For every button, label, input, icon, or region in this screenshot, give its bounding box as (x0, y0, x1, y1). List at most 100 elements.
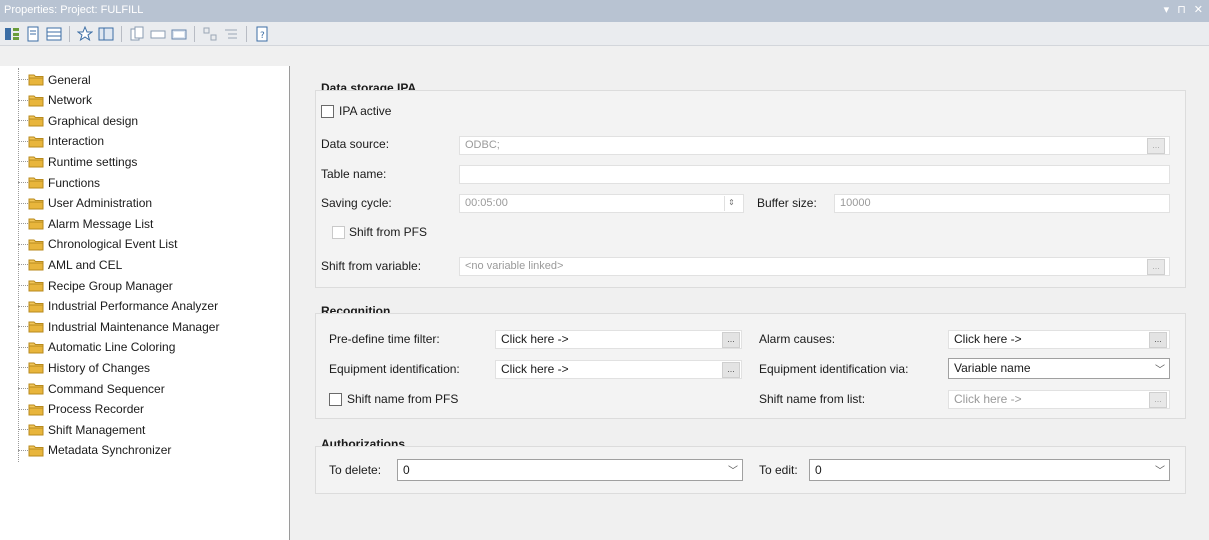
pin-icon[interactable]: ⊓ (1177, 3, 1186, 16)
tree-item[interactable]: Runtime settings (18, 153, 137, 170)
to-delete-select[interactable]: 0 ﹀ (397, 459, 743, 481)
saving-cycle-field[interactable]: 00:05:00 (459, 194, 744, 213)
tree-item-label: Process Recorder (48, 402, 145, 417)
saving-cycle-spinner-icon[interactable]: ⇕ (724, 196, 738, 211)
favorite-star-icon[interactable] (76, 25, 94, 43)
equipment-identification-field[interactable]: Click here -> (495, 360, 742, 379)
equipment-identification-label: Equipment identification: (329, 362, 460, 376)
tree-item[interactable]: AML and CEL (18, 256, 123, 273)
buffer-size-label: Buffer size: (757, 196, 817, 210)
tree-item-label: AML and CEL (48, 257, 123, 272)
tree-item-label: Chronological Event List (48, 237, 178, 252)
to-edit-select[interactable]: 0 ﹀ (809, 459, 1170, 481)
tree-item-label: Graphical design (48, 113, 139, 128)
tree-item[interactable]: Metadata Synchronizer (18, 442, 172, 459)
shift-variable-browse-button[interactable]: ... (1147, 259, 1165, 275)
alarm-causes-field[interactable]: Click here -> (948, 330, 1170, 349)
to-delete-label: To delete: (329, 463, 382, 477)
shift-name-pfs-label: Shift name from PFS (347, 392, 459, 406)
field-icon[interactable] (149, 25, 167, 43)
tree-item-label: Recipe Group Manager (48, 278, 173, 293)
tree-connector (18, 449, 28, 451)
window-titlebar: Properties: Project: FULFILL ▾ ⊓ ✕ (0, 0, 1209, 22)
tree-item-label: Metadata Synchronizer (48, 443, 172, 458)
tree-connector (18, 264, 28, 266)
folder-icon (28, 135, 44, 148)
equipment-via-value: Variable name (954, 361, 1031, 375)
tree-item[interactable]: User Administration (18, 195, 152, 212)
tree-item-label: Industrial Maintenance Manager (48, 319, 220, 334)
folder-icon (28, 258, 44, 271)
time-filter-field[interactable]: Click here -> (495, 330, 742, 349)
tree-connector (18, 202, 28, 204)
folder-icon (28, 320, 44, 333)
tree-item[interactable]: Alarm Message List (18, 215, 154, 232)
equipment-via-select[interactable]: Variable name ﹀ (948, 358, 1170, 379)
shift-name-pfs-checkbox[interactable] (329, 393, 342, 406)
time-filter-browse-button[interactable]: ... (722, 332, 740, 348)
tree-item-label: Network (48, 93, 93, 108)
tree-item[interactable]: Industrial Maintenance Manager (18, 318, 220, 335)
shift-from-variable-field[interactable]: <no variable linked> (459, 257, 1170, 276)
data-source-field[interactable]: ODBC; (459, 136, 1170, 155)
tree-connector (18, 408, 28, 410)
tree-item[interactable]: Network (18, 92, 93, 109)
tree-item-label: History of Changes (48, 360, 151, 375)
tree-connector (18, 346, 28, 348)
grid-view-icon[interactable] (45, 25, 63, 43)
shift-name-list-browse-button[interactable]: ... (1149, 392, 1167, 408)
table-icon[interactable] (97, 25, 115, 43)
dropdown-menu-icon[interactable]: ▾ (1164, 3, 1170, 16)
alarm-causes-browse-button[interactable]: ... (1149, 332, 1167, 348)
tree-item[interactable]: Shift Management (18, 421, 145, 438)
tree-connector (18, 429, 28, 431)
tree-view-icon[interactable] (3, 25, 21, 43)
copy-icon[interactable] (128, 25, 146, 43)
tree-connector (18, 367, 28, 369)
help-icon[interactable]: ? (253, 25, 271, 43)
saving-cycle-label: Saving cycle: (321, 196, 392, 210)
toolbar-separator (121, 25, 122, 42)
folder-icon (28, 300, 44, 313)
shift-name-list-field[interactable]: Click here -> (948, 390, 1170, 409)
tree-item-label: General (48, 72, 91, 87)
collapse-all-icon[interactable] (222, 25, 240, 43)
tree-item[interactable]: Graphical design (18, 112, 139, 129)
tree-item-label: Alarm Message List (48, 216, 154, 231)
input-icon[interactable] (170, 25, 188, 43)
chevron-down-icon: ﹀ (1155, 365, 1165, 376)
tree-connector (18, 223, 28, 225)
tree-item[interactable]: Functions (18, 174, 101, 191)
buffer-size-field[interactable]: 10000 (834, 194, 1170, 213)
folder-icon (28, 73, 44, 86)
ipa-active-checkbox[interactable] (321, 105, 334, 118)
properties-tree: General Network Graphical design Interactio… (0, 66, 290, 540)
tree-item[interactable]: Recipe Group Manager (18, 277, 173, 294)
window-title: Properties: Project: FULFILL (4, 4, 144, 16)
chevron-down-icon: ﹀ (1155, 466, 1165, 477)
tree-item[interactable]: Interaction (18, 133, 105, 150)
data-source-browse-button[interactable]: ... (1147, 138, 1165, 154)
tree-item[interactable]: Industrial Performance Analyzer (18, 298, 218, 315)
shift-from-pfs-checkbox[interactable] (332, 226, 345, 239)
table-name-field[interactable] (459, 165, 1170, 184)
tree-item-label: Functions (48, 175, 101, 190)
expand-all-icon[interactable] (201, 25, 219, 43)
tree-item[interactable]: General (18, 71, 91, 88)
tree-item[interactable]: Chronological Event List (18, 236, 178, 253)
tree-item[interactable]: History of Changes (18, 359, 151, 376)
tree-connector (18, 243, 28, 245)
tree-item[interactable]: Command Sequencer (18, 380, 165, 397)
tree-connector (18, 305, 28, 307)
document-icon[interactable] (24, 25, 42, 43)
equipment-identification-browse-button[interactable]: ... (722, 362, 740, 378)
tree-item[interactable]: Automatic Line Coloring (18, 339, 175, 356)
tree-item-label: Interaction (48, 134, 105, 149)
tree-item[interactable]: Process Recorder (18, 401, 145, 418)
tree-connector (18, 182, 28, 183)
chevron-down-icon: ﹀ (728, 466, 738, 477)
folder-icon (28, 341, 44, 354)
close-icon[interactable]: ✕ (1194, 3, 1203, 16)
properties-toolbar: ? (0, 22, 1209, 46)
folder-icon (28, 403, 44, 416)
